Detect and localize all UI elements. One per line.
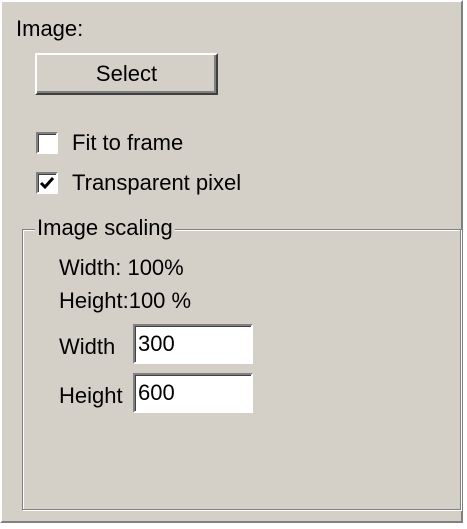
transparent-pixel-label[interactable]: Transparent pixel: [72, 170, 241, 196]
width-percent-label: Width: 100%: [59, 255, 184, 280]
select-button[interactable]: Select: [35, 53, 218, 95]
fit-to-frame-checkbox[interactable]: [36, 132, 58, 154]
fit-to-frame-label[interactable]: Fit to frame: [72, 130, 183, 156]
image-section-title: Image:: [16, 16, 84, 41]
height-input[interactable]: [133, 373, 253, 413]
height-field-label: Height: [59, 383, 123, 408]
width-field-label: Width: [59, 334, 116, 359]
transparent-pixel-option[interactable]: Transparent pixel: [36, 170, 241, 196]
fit-to-frame-option[interactable]: Fit to frame: [36, 130, 183, 156]
checkmark-icon: [39, 177, 55, 190]
image-scaling-title: Image scaling: [35, 215, 175, 241]
height-percent-label: Height:100 %: [59, 288, 192, 313]
image-properties-panel: Image: Select Fit to frame Transparent p…: [0, 0, 463, 523]
width-input[interactable]: [133, 324, 253, 364]
transparent-pixel-checkbox[interactable]: [36, 172, 58, 194]
